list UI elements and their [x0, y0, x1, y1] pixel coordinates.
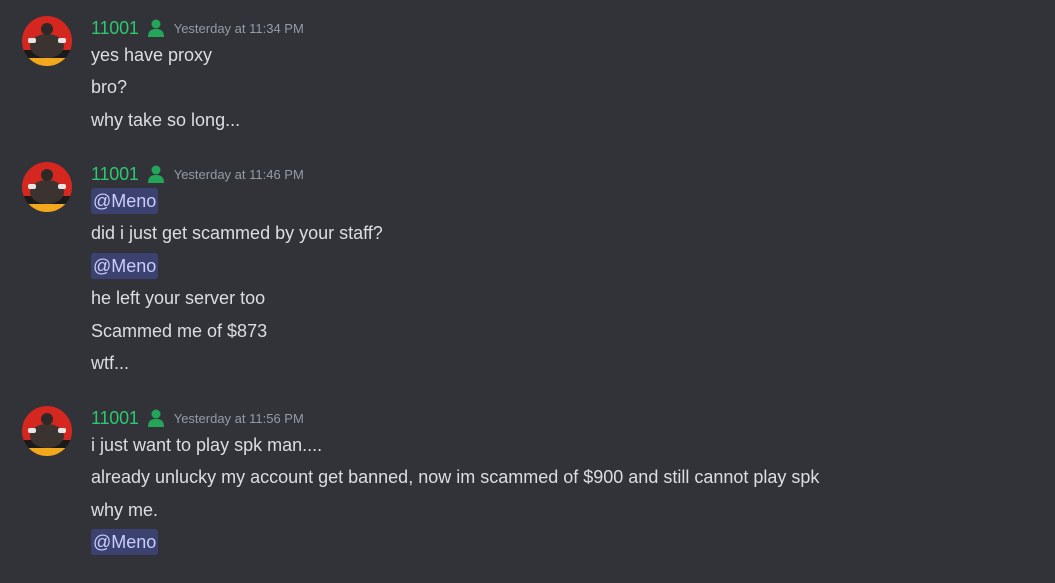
message-text: bro?: [91, 77, 128, 97]
user-avatar[interactable]: [22, 406, 72, 456]
message-text: he left your server too: [91, 288, 266, 308]
message-header: 11001 Yesterday at 11:34 PM: [91, 16, 304, 40]
message-text: i just want to play spk man....: [91, 435, 323, 455]
user-mention[interactable]: @Meno: [91, 253, 159, 279]
user-avatar[interactable]: [22, 162, 72, 212]
user-mention[interactable]: @Meno: [91, 529, 159, 555]
message-text: already unlucky my account get banned, n…: [91, 467, 820, 487]
user-mention[interactable]: @Meno: [91, 188, 159, 214]
username[interactable]: 11001: [91, 162, 139, 186]
message-timestamp[interactable]: Yesterday at 11:56 PM: [174, 407, 304, 431]
message-header: 11001 Yesterday at 11:46 PM: [91, 162, 304, 186]
user-avatar[interactable]: [22, 16, 72, 66]
username[interactable]: 11001: [91, 406, 139, 430]
person-icon[interactable]: [146, 408, 166, 428]
message-text: Scammed me of $873: [91, 321, 268, 341]
message-text: why take so long...: [91, 110, 241, 130]
message-text: yes have proxy: [91, 45, 213, 65]
message-text: did i just get scammed by your staff?: [91, 223, 383, 243]
message-timestamp[interactable]: Yesterday at 11:46 PM: [174, 163, 304, 187]
person-icon[interactable]: [146, 164, 166, 184]
message-header: 11001 Yesterday at 11:56 PM: [91, 406, 304, 430]
message-timestamp[interactable]: Yesterday at 11:34 PM: [174, 17, 304, 41]
message-text: why me.: [91, 500, 159, 520]
person-icon[interactable]: [146, 18, 166, 38]
message-text: wtf...: [91, 353, 130, 373]
username[interactable]: 11001: [91, 16, 139, 40]
message-line: @Meno: [91, 253, 159, 279]
message-line: @Meno: [91, 188, 159, 214]
message-line: @Meno: [91, 529, 159, 555]
